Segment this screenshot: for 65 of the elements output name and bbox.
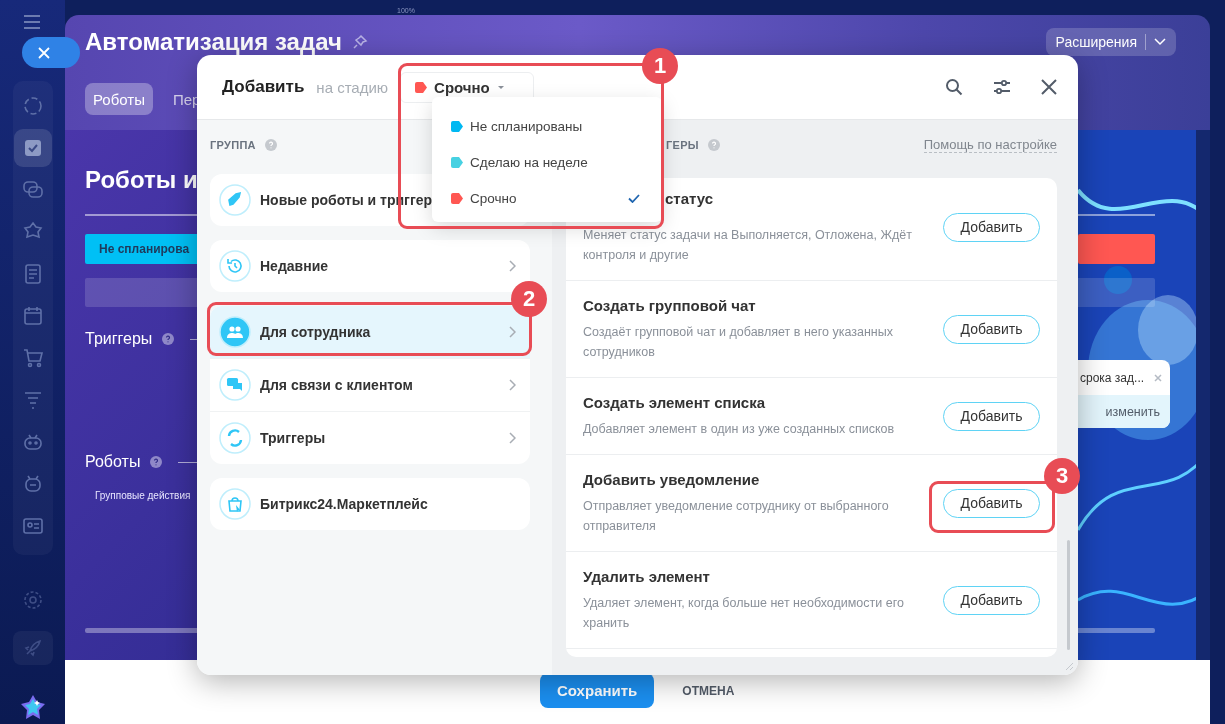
robot-description: Добавляет элемент в один из уже созданных списков	[583, 421, 896, 438]
group-item[interactable]: Для связи с клиентом	[210, 359, 530, 412]
calendar-icon[interactable]	[21, 305, 44, 327]
flag-icon	[415, 81, 428, 93]
tab[interactable]: Роботы	[85, 83, 153, 115]
stage-prefix: на стадию	[316, 78, 389, 96]
pin-icon[interactable]	[351, 34, 368, 50]
help-icon[interactable]	[264, 139, 277, 151]
group-item[interactable]: Битрикс24.Маркетплейс	[210, 478, 530, 530]
flag-icon	[451, 156, 463, 168]
help-icon[interactable]	[707, 139, 720, 151]
robot-title: статус	[665, 189, 714, 209]
cycle-icon	[219, 422, 251, 454]
rocket-icon[interactable]	[22, 638, 43, 658]
close-icon	[37, 45, 51, 60]
history-icon	[219, 250, 251, 282]
robot-description: Удаляет элемент, когда больше нет необходимости его хранить	[583, 595, 905, 632]
shopping-bag-icon	[219, 488, 251, 520]
robot-title: Добавить уведомление	[583, 470, 760, 490]
robot-description: Отправляет уведомление сотруднику от выбранного отправителя	[583, 498, 890, 535]
help-icon[interactable]	[162, 333, 175, 345]
search-icon[interactable]	[945, 78, 963, 96]
group-actions-label: Групповые действия	[95, 490, 191, 501]
section-label: Триггеры	[85, 330, 153, 348]
menu-icon[interactable]	[22, 15, 41, 29]
add-button[interactable]: Добавить	[943, 401, 1040, 431]
robot-title: Создать элемент списка	[583, 393, 766, 413]
id-card-icon[interactable]	[21, 515, 44, 537]
group-header: ГРУППА	[210, 139, 256, 151]
group-item[interactable]: Триггеры	[210, 412, 530, 464]
section-heading: Роботы и	[85, 165, 198, 195]
add-button[interactable]: Добавить	[943, 314, 1040, 344]
flag-icon	[451, 192, 463, 204]
people-icon	[219, 316, 251, 348]
robot-description: Создаёт групповой чат и добавляет в него указанных сотрудников	[583, 324, 894, 361]
list-header: ГЕРЫ	[666, 139, 699, 151]
help-icon[interactable]	[150, 456, 163, 468]
chat-icon[interactable]	[21, 179, 44, 201]
caret-icon	[496, 84, 505, 90]
sliders-icon[interactable]	[993, 79, 1011, 95]
resize-grip-icon[interactable]	[1065, 662, 1074, 671]
sync-icon[interactable]	[21, 95, 44, 117]
add-button[interactable]: Добавить	[943, 212, 1040, 242]
settings-icon[interactable]	[21, 589, 44, 611]
rocket-icon	[219, 184, 251, 216]
flag-icon	[451, 120, 463, 132]
robot-description: Меняет статус задачи на Выполняется, Отложена, Ждёт контроля и другие	[583, 227, 913, 264]
cart-icon[interactable]	[21, 347, 44, 369]
add-button[interactable]: Добавить	[943, 585, 1040, 615]
chevron-down-icon	[1154, 38, 1166, 46]
close-icon[interactable]	[1041, 79, 1057, 95]
robot-title: Создать групповой чат	[583, 296, 756, 316]
page-title: Автоматизация задач	[85, 28, 342, 56]
group-item[interactable]: Недавние	[210, 240, 530, 292]
cancel-button[interactable]: ОТМЕНА	[676, 673, 741, 708]
group-item[interactable]: Для сотрудника	[210, 306, 530, 359]
stage-option[interactable]: Не спланированы	[432, 108, 662, 144]
add-button[interactable]: Добавить	[943, 488, 1040, 518]
dialog-title: Добавить	[222, 77, 305, 97]
close-button[interactable]	[22, 37, 80, 68]
chat-icon	[219, 369, 251, 401]
robot-title: Удалить элемент	[583, 567, 710, 587]
notification-text: срока зад...	[1080, 370, 1145, 385]
section-label: Роботы	[85, 453, 141, 471]
extensions-button[interactable]: Расширения	[1045, 28, 1176, 56]
